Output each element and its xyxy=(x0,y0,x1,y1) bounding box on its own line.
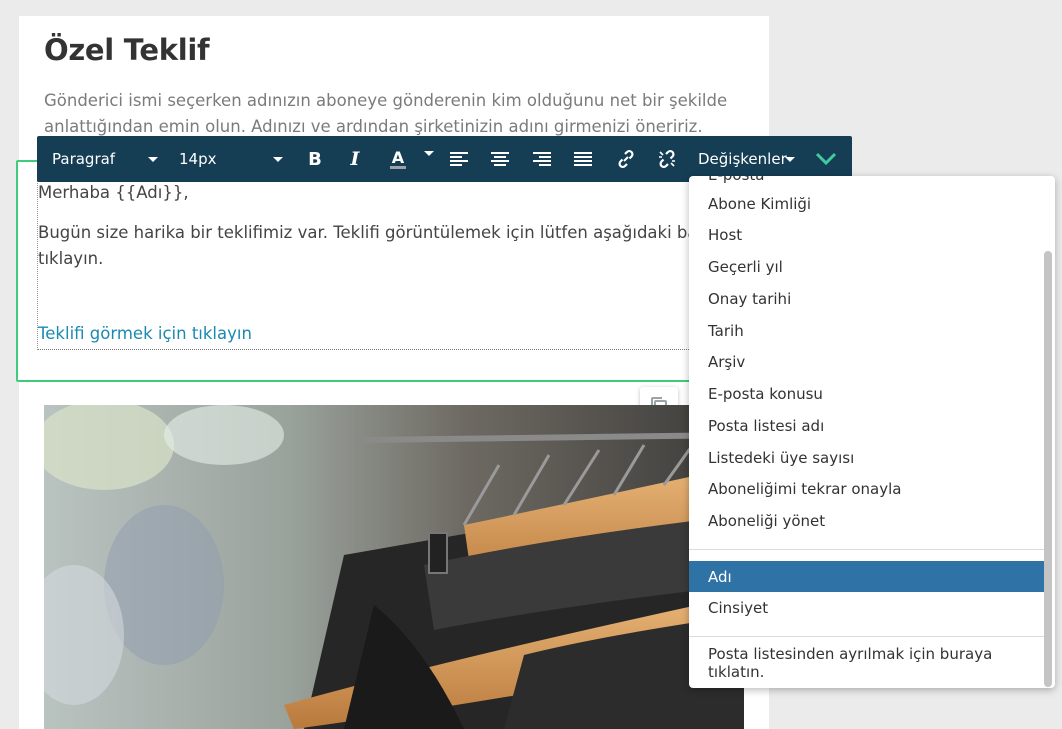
chevron-down-icon xyxy=(148,157,158,162)
variable-item-archive[interactable]: Arşiv xyxy=(689,346,1044,377)
body-text[interactable]: Bugün size harika bir teklifimiz var. Te… xyxy=(38,220,764,272)
text-color-dropdown-icon[interactable] xyxy=(424,151,434,156)
variables-dropdown: E-posta Abone Kimliği Host Geçerli yıl O… xyxy=(689,176,1055,688)
chevron-down-icon xyxy=(273,157,283,162)
text-color-button[interactable]: A xyxy=(383,136,413,182)
justify-icon xyxy=(574,152,592,166)
variable-item-first-name[interactable]: Adı xyxy=(689,561,1044,592)
align-center-icon xyxy=(491,152,509,166)
align-left-icon xyxy=(450,152,468,166)
variable-item-manage-subscription[interactable]: Aboneliği yönet xyxy=(689,505,1044,536)
unlink-icon xyxy=(659,149,675,169)
align-right-button[interactable] xyxy=(527,136,557,182)
variable-item-member-count[interactable]: Listedeki üye sayısı xyxy=(689,442,1044,473)
chevron-down-icon xyxy=(785,157,795,162)
variable-item-reconfirm[interactable]: Aboneliğimi tekrar onayla xyxy=(689,473,1044,504)
align-right-icon xyxy=(533,152,551,166)
variables-label: Değişkenler xyxy=(698,150,787,168)
paragraph-format-select[interactable]: Paragraf xyxy=(52,136,164,182)
bold-icon: B xyxy=(308,148,322,170)
body-line-1: Bugün size harika bir teklifimiz var. Te… xyxy=(38,223,765,242)
variable-item-unsubscribe[interactable]: Posta listesinden ayrılmak için buraya t… xyxy=(689,645,1044,681)
bold-button[interactable]: B xyxy=(300,136,330,182)
greeting-text[interactable]: Merhaba {{Adı}}, xyxy=(38,183,189,202)
clothing-rack-image xyxy=(44,405,744,729)
insert-link-button[interactable] xyxy=(611,136,641,182)
page-subtitle: Gönderici ismi seçerken adınızın aboneye… xyxy=(44,91,728,136)
variable-item-subscriber-id[interactable]: Abone Kimliği xyxy=(689,188,1044,219)
variable-item-gender[interactable]: Cinsiyet xyxy=(689,592,1044,623)
align-left-button[interactable] xyxy=(444,136,474,182)
dropdown-scrollbar[interactable] xyxy=(1044,251,1052,687)
italic-icon: I xyxy=(350,148,360,170)
variable-item-current-year[interactable]: Geçerli yıl xyxy=(689,251,1044,282)
confirm-chevron-icon xyxy=(815,152,837,166)
dropdown-divider xyxy=(689,636,1044,637)
variable-item-host[interactable]: Host xyxy=(689,219,1044,250)
body-line-2: tıklayın. xyxy=(38,249,104,268)
italic-button[interactable]: I xyxy=(340,136,370,182)
page-title: Özel Teklif xyxy=(44,33,210,67)
text-color-icon: A xyxy=(389,147,407,169)
justify-button[interactable] xyxy=(568,136,598,182)
offer-link[interactable]: Teklifi görmek için tıklayın xyxy=(38,324,252,343)
variable-item-confirm-date[interactable]: Onay tarihi xyxy=(689,283,1044,314)
align-center-button[interactable] xyxy=(485,136,515,182)
link-icon xyxy=(618,149,634,169)
remove-link-button[interactable] xyxy=(652,136,682,182)
variable-item-email-subject[interactable]: E-posta konusu xyxy=(689,378,1044,409)
variable-item-date[interactable]: Tarih xyxy=(689,315,1044,346)
paragraph-format-label: Paragraf xyxy=(52,150,116,168)
font-size-select[interactable]: 14px xyxy=(179,136,289,182)
variable-item-list-name[interactable]: Posta listesi adı xyxy=(689,410,1044,441)
font-size-label: 14px xyxy=(179,150,217,168)
dropdown-divider xyxy=(689,549,1044,550)
